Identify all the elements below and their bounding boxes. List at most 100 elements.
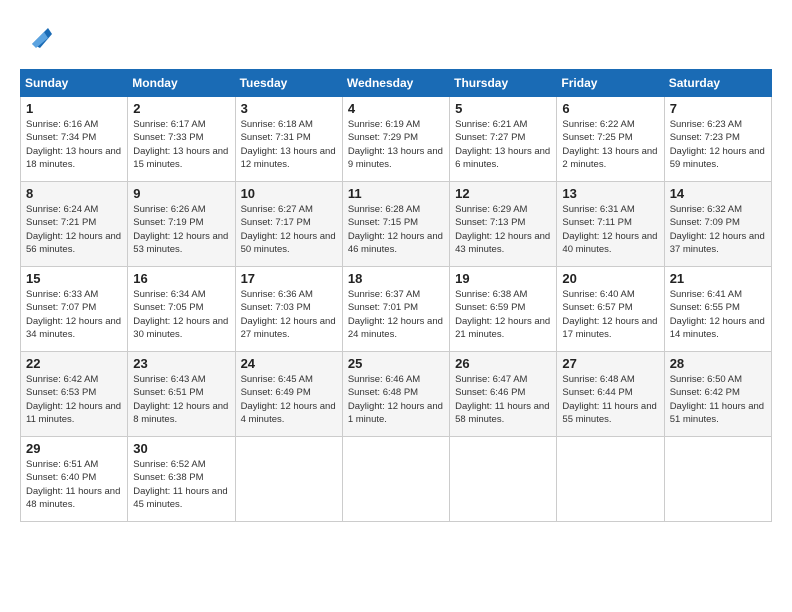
day-number: 15 — [26, 271, 122, 286]
day-number: 29 — [26, 441, 122, 456]
day-info: Sunrise: 6:37 AM Sunset: 7:01 PM Dayligh… — [348, 288, 444, 341]
day-info: Sunrise: 6:34 AM Sunset: 7:05 PM Dayligh… — [133, 288, 229, 341]
logo-icon — [24, 20, 56, 57]
calendar-cell: 1 Sunrise: 6:16 AM Sunset: 7:34 PM Daylig… — [21, 97, 128, 182]
day-number: 5 — [455, 101, 551, 116]
day-number: 13 — [562, 186, 658, 201]
day-info: Sunrise: 6:21 AM Sunset: 7:27 PM Dayligh… — [455, 118, 551, 171]
calendar-cell: 5 Sunrise: 6:21 AM Sunset: 7:27 PM Daylig… — [450, 97, 557, 182]
calendar-cell: 24 Sunrise: 6:45 AM Sunset: 6:49 PM Dayli… — [235, 352, 342, 437]
header-friday: Friday — [557, 70, 664, 97]
day-info: Sunrise: 6:51 AM Sunset: 6:40 PM Dayligh… — [26, 458, 122, 511]
day-number: 4 — [348, 101, 444, 116]
weekday-header-row: Sunday Monday Tuesday Wednesday Thursday… — [21, 70, 772, 97]
day-info: Sunrise: 6:40 AM Sunset: 6:57 PM Dayligh… — [562, 288, 658, 341]
calendar-cell: 16Sunrise: 6:34 AM Sunset: 7:05 PM Dayli… — [128, 267, 235, 352]
calendar-cell: 10 Sunrise: 6:27 AM Sunset: 7:17 PM Dayli… — [235, 182, 342, 267]
day-info: Sunrise: 6:28 AM Sunset: 7:15 PM Dayligh… — [348, 203, 444, 256]
header-thursday: Thursday — [450, 70, 557, 97]
calendar-cell: 3 Sunrise: 6:18 AM Sunset: 7:31 PM Daylig… — [235, 97, 342, 182]
day-number: 21 — [670, 271, 766, 286]
calendar-cell: 30Sunrise: 6:52 AM Sunset: 6:38 PM Dayli… — [128, 437, 235, 522]
calendar-week-row: 22 Sunrise: 6:42 AM Sunset: 6:53 PM Dayli… — [21, 352, 772, 437]
day-info: Sunrise: 6:43 AM Sunset: 6:51 PM Dayligh… — [133, 373, 229, 426]
calendar-cell: 8Sunrise: 6:24 AM Sunset: 7:21 PM Daylig… — [21, 182, 128, 267]
day-number: 11 — [348, 186, 444, 201]
day-info: Sunrise: 6:50 AM Sunset: 6:42 PM Dayligh… — [670, 373, 766, 426]
calendar-cell: 29 Sunrise: 6:51 AM Sunset: 6:40 PM Dayli… — [21, 437, 128, 522]
day-number: 10 — [241, 186, 337, 201]
day-info: Sunrise: 6:48 AM Sunset: 6:44 PM Dayligh… — [562, 373, 658, 426]
calendar-cell: 19 Sunrise: 6:38 AM Sunset: 6:59 PM Dayli… — [450, 267, 557, 352]
calendar-cell: 23 Sunrise: 6:43 AM Sunset: 6:51 PM Dayli… — [128, 352, 235, 437]
day-number: 7 — [670, 101, 766, 116]
day-info: Sunrise: 6:26 AM Sunset: 7:19 PM Dayligh… — [133, 203, 229, 256]
calendar-cell: 28 Sunrise: 6:50 AM Sunset: 6:42 PM Dayli… — [664, 352, 771, 437]
calendar-cell — [664, 437, 771, 522]
header-monday: Monday — [128, 70, 235, 97]
day-number: 26 — [455, 356, 551, 371]
day-number: 12 — [455, 186, 551, 201]
day-number: 20 — [562, 271, 658, 286]
calendar-cell: 6 Sunrise: 6:22 AM Sunset: 7:25 PM Daylig… — [557, 97, 664, 182]
calendar-cell: 26 Sunrise: 6:47 AM Sunset: 6:46 PM Dayli… — [450, 352, 557, 437]
day-info: Sunrise: 6:17 AM Sunset: 7:33 PM Dayligh… — [133, 118, 229, 171]
day-number: 2 — [133, 101, 229, 116]
day-number: 3 — [241, 101, 337, 116]
calendar-week-row: 1 Sunrise: 6:16 AM Sunset: 7:34 PM Daylig… — [21, 97, 772, 182]
day-info: Sunrise: 6:27 AM Sunset: 7:17 PM Dayligh… — [241, 203, 337, 256]
calendar-cell: 13Sunrise: 6:31 AM Sunset: 7:11 PM Dayli… — [557, 182, 664, 267]
day-number: 1 — [26, 101, 122, 116]
day-number: 25 — [348, 356, 444, 371]
header-saturday: Saturday — [664, 70, 771, 97]
day-info: Sunrise: 6:32 AM Sunset: 7:09 PM Dayligh… — [670, 203, 766, 256]
day-info: Sunrise: 6:38 AM Sunset: 6:59 PM Dayligh… — [455, 288, 551, 341]
day-info: Sunrise: 6:23 AM Sunset: 7:23 PM Dayligh… — [670, 118, 766, 171]
calendar-week-row: 29 Sunrise: 6:51 AM Sunset: 6:40 PM Dayli… — [21, 437, 772, 522]
day-number: 24 — [241, 356, 337, 371]
calendar-table: Sunday Monday Tuesday Wednesday Thursday… — [20, 69, 772, 522]
day-info: Sunrise: 6:29 AM Sunset: 7:13 PM Dayligh… — [455, 203, 551, 256]
header-sunday: Sunday — [21, 70, 128, 97]
day-number: 22 — [26, 356, 122, 371]
day-info: Sunrise: 6:46 AM Sunset: 6:48 PM Dayligh… — [348, 373, 444, 426]
calendar-cell: 11 Sunrise: 6:28 AM Sunset: 7:15 PM Dayli… — [342, 182, 449, 267]
calendar-cell: 27 Sunrise: 6:48 AM Sunset: 6:44 PM Dayli… — [557, 352, 664, 437]
calendar-cell — [450, 437, 557, 522]
day-number: 30 — [133, 441, 229, 456]
day-info: Sunrise: 6:24 AM Sunset: 7:21 PM Dayligh… — [26, 203, 122, 256]
calendar-cell — [557, 437, 664, 522]
day-number: 27 — [562, 356, 658, 371]
header-tuesday: Tuesday — [235, 70, 342, 97]
day-number: 19 — [455, 271, 551, 286]
calendar-cell: 18 Sunrise: 6:37 AM Sunset: 7:01 PM Dayli… — [342, 267, 449, 352]
day-info: Sunrise: 6:42 AM Sunset: 6:53 PM Dayligh… — [26, 373, 122, 426]
day-info: Sunrise: 6:41 AM Sunset: 6:55 PM Dayligh… — [670, 288, 766, 341]
calendar-cell: 9 Sunrise: 6:26 AM Sunset: 7:19 PM Daylig… — [128, 182, 235, 267]
day-number: 23 — [133, 356, 229, 371]
header — [20, 20, 772, 57]
day-info: Sunrise: 6:19 AM Sunset: 7:29 PM Dayligh… — [348, 118, 444, 171]
day-number: 28 — [670, 356, 766, 371]
day-number: 6 — [562, 101, 658, 116]
calendar-week-row: 15 Sunrise: 6:33 AM Sunset: 7:07 PM Dayli… — [21, 267, 772, 352]
day-info: Sunrise: 6:36 AM Sunset: 7:03 PM Dayligh… — [241, 288, 337, 341]
day-info: Sunrise: 6:22 AM Sunset: 7:25 PM Dayligh… — [562, 118, 658, 171]
day-info: Sunrise: 6:45 AM Sunset: 6:49 PM Dayligh… — [241, 373, 337, 426]
logo — [20, 20, 56, 57]
calendar-cell: 15 Sunrise: 6:33 AM Sunset: 7:07 PM Dayli… — [21, 267, 128, 352]
day-number: 18 — [348, 271, 444, 286]
calendar-cell: 14 Sunrise: 6:32 AM Sunset: 7:09 PM Dayli… — [664, 182, 771, 267]
calendar-cell: 2 Sunrise: 6:17 AM Sunset: 7:33 PM Daylig… — [128, 97, 235, 182]
day-info: Sunrise: 6:33 AM Sunset: 7:07 PM Dayligh… — [26, 288, 122, 341]
calendar-cell: 21 Sunrise: 6:41 AM Sunset: 6:55 PM Dayli… — [664, 267, 771, 352]
day-info: Sunrise: 6:16 AM Sunset: 7:34 PM Dayligh… — [26, 118, 122, 171]
calendar-cell: 7 Sunrise: 6:23 AM Sunset: 7:23 PM Daylig… — [664, 97, 771, 182]
calendar-cell: 22 Sunrise: 6:42 AM Sunset: 6:53 PM Dayli… — [21, 352, 128, 437]
day-number: 14 — [670, 186, 766, 201]
header-wednesday: Wednesday — [342, 70, 449, 97]
day-info: Sunrise: 6:47 AM Sunset: 6:46 PM Dayligh… — [455, 373, 551, 426]
day-number: 9 — [133, 186, 229, 201]
page: Sunday Monday Tuesday Wednesday Thursday… — [0, 0, 792, 612]
day-info: Sunrise: 6:18 AM Sunset: 7:31 PM Dayligh… — [241, 118, 337, 171]
